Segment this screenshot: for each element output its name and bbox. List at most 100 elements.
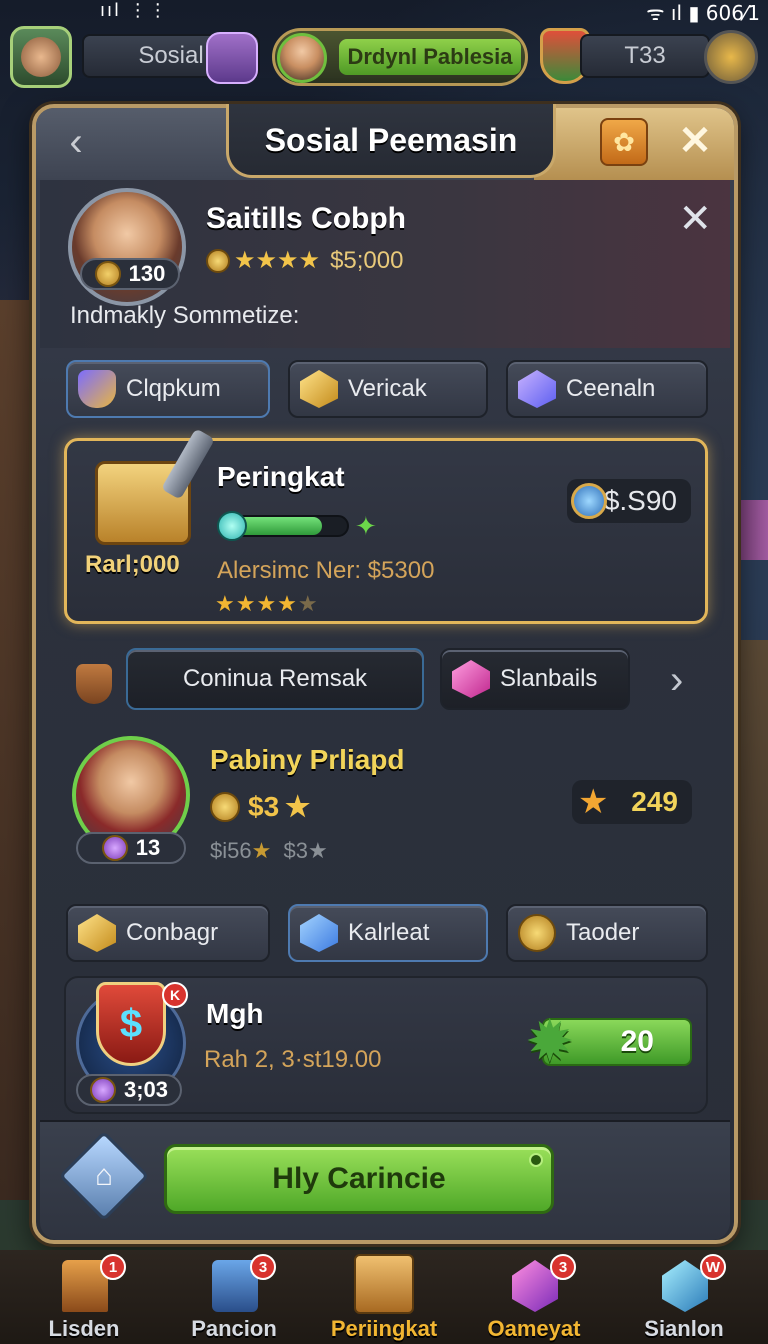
rank-label: Rarl;000	[85, 551, 180, 578]
back-button[interactable]: ‹	[58, 120, 94, 166]
mgh-detail: Rah 2, 3·st19.00	[204, 1046, 382, 1073]
top-hud: Sosial Drdynl Pablesia T33	[0, 18, 768, 96]
primary-action-button[interactable]: Hly Carincie	[164, 1144, 554, 1214]
slanbails-button[interactable]: Slanbails	[440, 648, 630, 710]
coin-icon	[206, 248, 230, 273]
card-title: Peringkat	[217, 461, 345, 492]
mgh-title: Mgh	[206, 998, 264, 1029]
mgh-value: 20	[620, 1025, 654, 1058]
nav-badge: 1	[100, 1254, 126, 1280]
nav-label: Sianlon	[644, 1316, 724, 1341]
rank-emblem-icon	[101, 835, 128, 861]
background-house-right	[734, 640, 768, 1200]
tab-conbagr[interactable]: Conbagr	[66, 904, 270, 962]
gold-cube-icon	[78, 914, 116, 952]
friend-name: Drdynl Pablesia	[339, 39, 521, 75]
mgh-card[interactable]: $ K 3;03 Mgh Rah 2, 3·st19.00 ✹ 20	[64, 976, 708, 1114]
progress-knob-icon	[217, 511, 247, 541]
face-icon	[21, 37, 61, 77]
tab-label: Ceenaln	[566, 375, 656, 402]
slanbails-label: Slanbails	[500, 665, 598, 692]
info-dot-icon	[529, 1153, 543, 1167]
star-icon: ★	[578, 783, 609, 821]
cta-label: Hly Carincie	[272, 1162, 446, 1195]
blue-gem-icon	[300, 914, 338, 952]
profile-rating: ★★★★ $5;000	[206, 246, 403, 275]
friend-profile-pill[interactable]: Drdynl Pablesia	[272, 28, 528, 86]
coin-icon	[518, 914, 556, 952]
nav-item-lisden[interactable]: 1 Lisden	[14, 1250, 154, 1344]
profile-level: 130	[128, 261, 166, 286]
player-name: Pabiny Prliapd	[210, 744, 405, 775]
notification-badge: K	[162, 982, 188, 1008]
crystal-icon	[518, 370, 556, 408]
card-detail: Alersimc Ner: $5300	[217, 557, 435, 584]
player-coins: $3 ★	[210, 790, 310, 823]
profile-subtitle: Indmakly Sommetize:	[70, 302, 300, 329]
dollar-shield-icon: $	[96, 982, 166, 1066]
nav-badge: W	[700, 1254, 726, 1280]
profile-header: 130 Saitills Cobph ★★★★ $5;000 ✕ Indmakl…	[40, 180, 730, 348]
nav-label: Pancion	[191, 1316, 277, 1341]
rank-emblem-icon	[89, 1077, 116, 1103]
profile-name: Saitills Cobph	[206, 202, 407, 235]
tab-taoder[interactable]: Taoder	[506, 904, 708, 962]
settings-gear-icon[interactable]	[704, 30, 758, 84]
player-value-pill: ★ 249	[572, 780, 692, 824]
continue-label: Coninua Remsak	[182, 665, 368, 692]
player-level-badge: 13	[76, 832, 186, 864]
player-avatar-icon[interactable]	[10, 26, 72, 88]
close-panel-button[interactable]: ✕	[672, 118, 718, 164]
nav-badge: 3	[550, 1254, 576, 1280]
coin-icon	[210, 791, 240, 822]
chevron-right-icon[interactable]: ›	[670, 658, 683, 703]
hud-social-label: Sosial	[138, 42, 204, 69]
tab-label: Clqpkum	[126, 375, 221, 402]
character-icon[interactable]	[206, 32, 258, 84]
close-profile-icon[interactable]: ✕	[678, 196, 712, 242]
panel-title: Sosial Peemasin	[264, 122, 518, 158]
player-level: 13	[135, 835, 161, 860]
profile-money: $5;000	[330, 246, 404, 274]
player-sub: $i56★ $3★	[210, 838, 328, 863]
coin-icon	[94, 261, 121, 287]
leaf-icon: ✦	[355, 511, 377, 541]
tab-ceenaln[interactable]: Ceenaln	[506, 360, 708, 418]
background-banner	[736, 500, 768, 560]
player-value: 249	[631, 786, 678, 817]
hud-score-label: T33	[624, 42, 666, 69]
tab-vericak[interactable]: Vericak	[288, 360, 488, 418]
hud-score-pill[interactable]: T33	[580, 34, 710, 78]
pink-gem-icon	[452, 660, 490, 698]
mgh-value-pill: ✹ 20	[528, 1013, 692, 1071]
nav-item-oameyat[interactable]: 3 Oameyat	[464, 1250, 604, 1344]
green-star-icon: ✹	[528, 1013, 572, 1071]
nav-label: Periingkat	[330, 1316, 438, 1341]
gold-cube-icon	[300, 370, 338, 408]
nav-item-pancion[interactable]: 3 Pancion	[164, 1250, 304, 1344]
nav-badge: 3	[250, 1254, 276, 1280]
friend-avatar	[277, 33, 327, 83]
rating-stars: ★★★★★	[215, 591, 319, 616]
peringkat-card[interactable]: Rarl;000 Peringkat ✦ Alersimc Ner: $5300…	[64, 428, 708, 624]
tab-label: Taoder	[566, 919, 640, 946]
social-panel: Sosial Peemasin ‹ ✿ ✕ 130 Saitills Cobph…	[32, 104, 738, 1244]
mgh-level-badge: 3;03	[76, 1074, 182, 1106]
nav-label: Lisden	[48, 1316, 120, 1341]
profile-stars: ★★★★	[234, 247, 321, 274]
home-icon: ⌂	[94, 1159, 114, 1192]
player-card[interactable]: 13 Pabiny Prliapd $3 ★ $i56★ $3★ ★ 249	[64, 728, 708, 892]
profile-level-badge: 130	[80, 258, 180, 290]
tab-clqpkum[interactable]: Clqpkum	[66, 360, 270, 418]
featured-value: $.S90	[603, 485, 677, 516]
gift-icon[interactable]: ✿	[600, 118, 648, 166]
nav-label: Oameyat	[487, 1316, 581, 1341]
continue-button[interactable]: Coninua Remsak	[126, 648, 424, 710]
bottom-nav: 1 Lisden 3 Pancion Periingkat 3 Oameyat …	[0, 1250, 768, 1344]
tab-kalrleat[interactable]: Kalrleat	[288, 904, 488, 962]
nav-item-sianlon[interactable]: W Sianlon	[614, 1250, 754, 1344]
nav-item-periingkat[interactable]: Periingkat	[314, 1250, 454, 1344]
rank-progress-bar	[217, 511, 349, 541]
shield-gem-icon	[78, 370, 116, 408]
mgh-level: 3;03	[123, 1077, 169, 1102]
